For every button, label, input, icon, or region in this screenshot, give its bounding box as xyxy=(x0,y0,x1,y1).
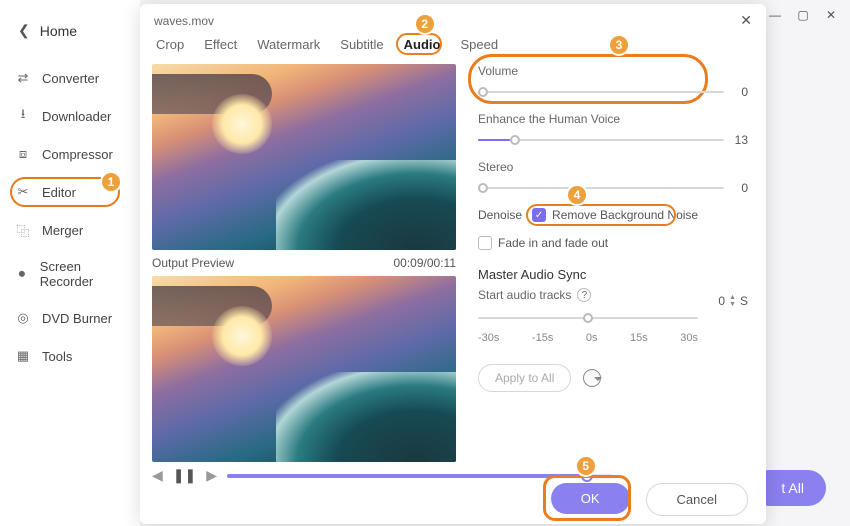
fade-label: Fade in and fade out xyxy=(498,236,608,250)
apply-to-all-button[interactable]: Apply to All xyxy=(478,364,571,392)
sidebar-item-merger[interactable]: ⿻ Merger xyxy=(0,211,140,249)
sidebar-item-label: Converter xyxy=(42,71,99,86)
tools-icon: ▦ xyxy=(14,347,32,365)
cancel-button[interactable]: Cancel xyxy=(646,483,748,516)
step-badge-3: 3 xyxy=(608,34,630,56)
tick: -15s xyxy=(532,332,553,344)
sync-value: 0 xyxy=(718,294,725,308)
step-badge-4: 4 xyxy=(566,184,588,206)
window-minimize-icon[interactable] xyxy=(768,8,782,22)
dialog-title: waves.mov xyxy=(154,14,214,28)
next-frame-icon[interactable]: ▶ xyxy=(206,467,217,484)
sidebar-item-label: Merger xyxy=(42,223,83,238)
tab-effect[interactable]: Effect xyxy=(204,37,237,52)
enhance-group: Enhance the Human Voice 13 xyxy=(478,112,748,146)
sidebar-item-downloader[interactable]: ⭳ Downloader xyxy=(0,97,140,135)
checkbox-icon xyxy=(478,236,492,250)
tab-audio[interactable]: Audio 2 xyxy=(404,37,441,52)
master-sync-group: Master Audio Sync Start audio tracks ? 0… xyxy=(478,267,748,344)
enhance-value: 13 xyxy=(735,133,748,147)
sidebar-item-label: Compressor xyxy=(42,147,113,162)
annotation-ring-ok xyxy=(543,475,631,521)
tab-speed[interactable]: Speed xyxy=(460,37,498,52)
sidebar-item-screen-recorder[interactable]: ⏺ Screen Recorder xyxy=(0,249,140,299)
sidebar-item-editor[interactable]: ✂ Editor 1 xyxy=(0,173,140,211)
dialog-close-icon[interactable]: ✕ xyxy=(740,12,752,29)
tick: 0s xyxy=(586,332,598,344)
sidebar-item-label: Screen Recorder xyxy=(40,259,126,289)
fade-checkbox[interactable]: Fade in and fade out xyxy=(478,236,608,250)
denoise-label: Denoise xyxy=(478,208,522,222)
home-nav[interactable]: ❮ Home xyxy=(0,16,140,59)
prev-frame-icon[interactable]: ◀ xyxy=(152,467,163,484)
reset-icon[interactable] xyxy=(583,369,601,387)
preview-column: Output Preview 00:09/00:11 xyxy=(152,64,456,464)
preview-timecode: 00:09/00:11 xyxy=(393,256,456,270)
tab-crop[interactable]: Crop xyxy=(156,37,184,52)
output-video-preview xyxy=(152,276,456,462)
tick: -30s xyxy=(478,332,499,344)
source-video-preview xyxy=(152,64,456,250)
fade-group: Fade in and fade out xyxy=(478,236,748,253)
enhance-slider[interactable]: 13 xyxy=(478,134,748,146)
convert-all-label: t All xyxy=(781,480,804,496)
sidebar-item-dvd-burner[interactable]: ◎ DVD Burner xyxy=(0,299,140,337)
stereo-value: 0 xyxy=(741,181,748,195)
stereo-label: Stereo xyxy=(478,160,748,174)
merger-icon: ⿻ xyxy=(14,221,32,239)
tick: 15s xyxy=(630,332,648,344)
volume-slider[interactable]: 0 xyxy=(478,86,748,98)
annotation-ring-denoise xyxy=(526,204,676,226)
tab-watermark[interactable]: Watermark xyxy=(257,37,320,52)
dvd-icon: ◎ xyxy=(14,309,32,327)
enhance-label: Enhance the Human Voice xyxy=(478,112,748,126)
sync-slider[interactable] xyxy=(478,312,698,326)
help-icon[interactable]: ? xyxy=(577,288,591,302)
volume-value: 0 xyxy=(741,85,748,99)
tick: 30s xyxy=(680,332,698,344)
volume-group: 3 Volume 0 xyxy=(478,64,748,98)
sync-unit: S xyxy=(740,294,748,308)
step-badge-1: 1 xyxy=(100,171,122,193)
sync-stepper[interactable]: ▲▼ xyxy=(729,294,736,308)
tab-subtitle[interactable]: Subtitle xyxy=(340,37,383,52)
stereo-group: Stereo 0 xyxy=(478,160,748,194)
compressor-icon: ⧈ xyxy=(14,145,32,163)
sidebar-item-label: Downloader xyxy=(42,109,111,124)
sidebar-item-label: Tools xyxy=(42,349,72,364)
step-badge-5: 5 xyxy=(575,455,597,477)
annotation-ring-audio xyxy=(396,33,442,55)
start-tracks-label: Start audio tracks xyxy=(478,288,571,302)
stereo-slider[interactable]: 0 xyxy=(478,182,748,194)
step-badge-2: 2 xyxy=(414,13,436,35)
sidebar-item-compressor[interactable]: ⧈ Compressor xyxy=(0,135,140,173)
sidebar-item-converter[interactable]: ⇄ Converter xyxy=(0,59,140,97)
window-maximize-icon[interactable] xyxy=(796,8,810,22)
denoise-group: Denoise 4 ✓ Remove Background Noise xyxy=(478,208,748,222)
pause-icon[interactable]: ❚❚ xyxy=(173,467,196,484)
window-close-icon[interactable] xyxy=(824,8,838,22)
home-label: Home xyxy=(40,23,77,39)
sidebar-item-tools[interactable]: ▦ Tools xyxy=(0,337,140,375)
preview-caption: Output Preview xyxy=(152,256,234,270)
sidebar-item-label: DVD Burner xyxy=(42,311,112,326)
sidebar: ❮ Home ⇄ Converter ⭳ Downloader ⧈ Compre… xyxy=(0,0,140,526)
recorder-icon: ⏺ xyxy=(14,265,30,283)
sync-tick-labels: -30s -15s 0s 15s 30s xyxy=(478,332,698,344)
converter-icon: ⇄ xyxy=(14,69,32,87)
downloader-icon: ⭳ xyxy=(14,107,32,125)
editor-dialog: waves.mov ✕ Crop Effect Watermark Subtit… xyxy=(140,4,766,524)
chevron-left-icon: ❮ xyxy=(18,22,30,39)
master-sync-heading: Master Audio Sync xyxy=(478,267,748,282)
audio-controls: 3 Volume 0 Enhance the Human Voice 13 St… xyxy=(468,64,754,464)
